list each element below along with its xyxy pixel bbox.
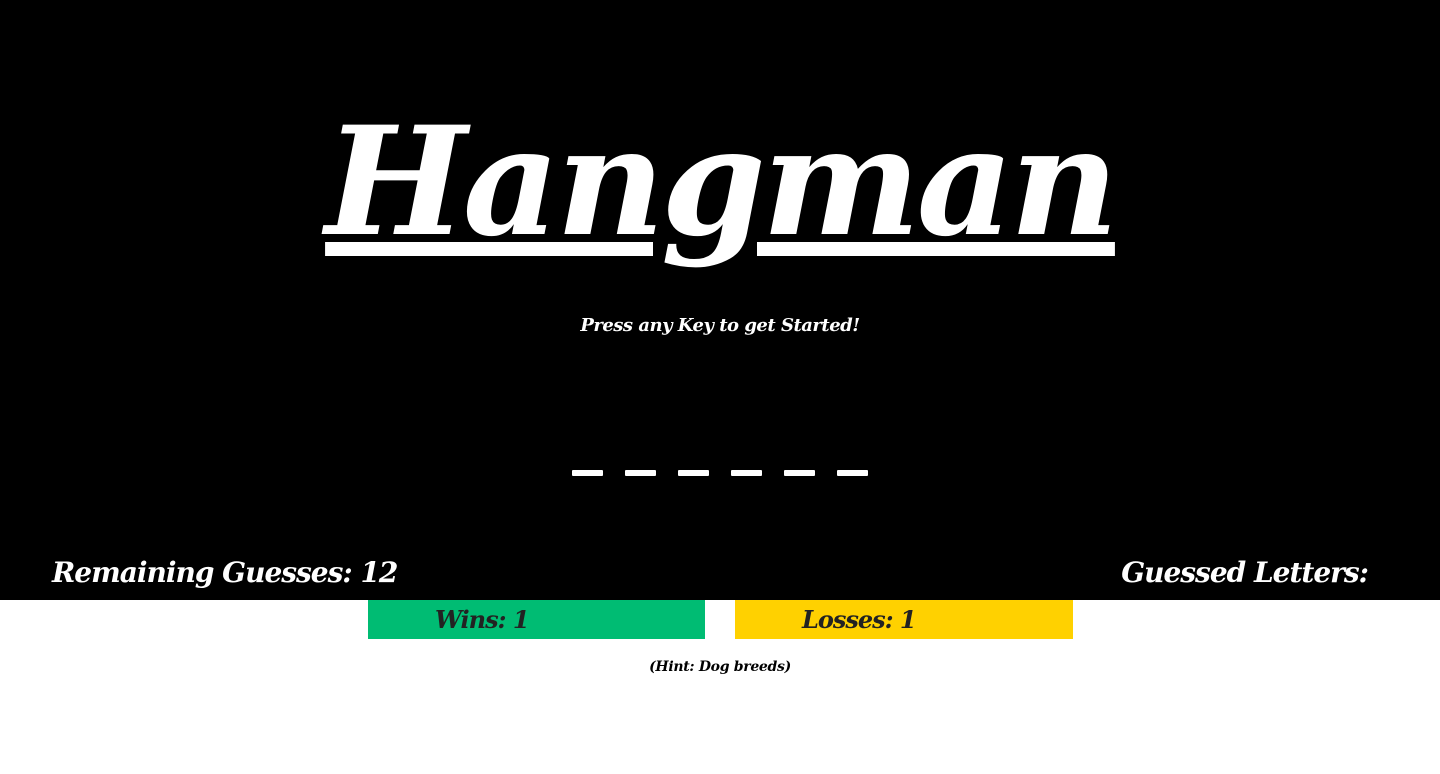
game-stage[interactable]: Hangman Press any Key to get Started! Re… — [0, 0, 1440, 600]
wins-text: Wins: 1 — [368, 605, 530, 634]
losses-label: Losses: — [802, 605, 900, 634]
letter-blank — [572, 470, 603, 476]
guessed-letters: Guessed Letters: — [1121, 553, 1376, 593]
start-prompt: Press any Key to get Started! — [580, 315, 860, 336]
wins-box: Wins: 1 — [368, 600, 705, 639]
wins-label: Wins: — [435, 605, 513, 634]
letter-blank — [731, 470, 762, 476]
losses-text: Losses: 1 — [735, 605, 917, 634]
letter-blank — [837, 470, 868, 476]
letter-blank — [678, 470, 709, 476]
losses-box: Losses: 1 — [735, 600, 1073, 639]
wins-value: 1 — [512, 605, 530, 634]
guessed-letters-label: Guessed Letters: — [1121, 556, 1369, 589]
letter-blank — [784, 470, 815, 476]
hint-text: (Hint: Dog breeds) — [649, 659, 791, 675]
scoreboard: Wins: 1 Losses: 1 — [0, 600, 1440, 774]
game-title: Hangman — [325, 94, 1119, 270]
word-blanks — [0, 470, 1440, 478]
remaining-guesses-value: 12 — [360, 556, 398, 589]
losses-value: 1 — [899, 605, 917, 634]
remaining-guesses-label: Remaining Guesses: — [52, 556, 361, 589]
remaining-guesses: Remaining Guesses: 12 — [52, 553, 398, 593]
letter-blank — [625, 470, 656, 476]
